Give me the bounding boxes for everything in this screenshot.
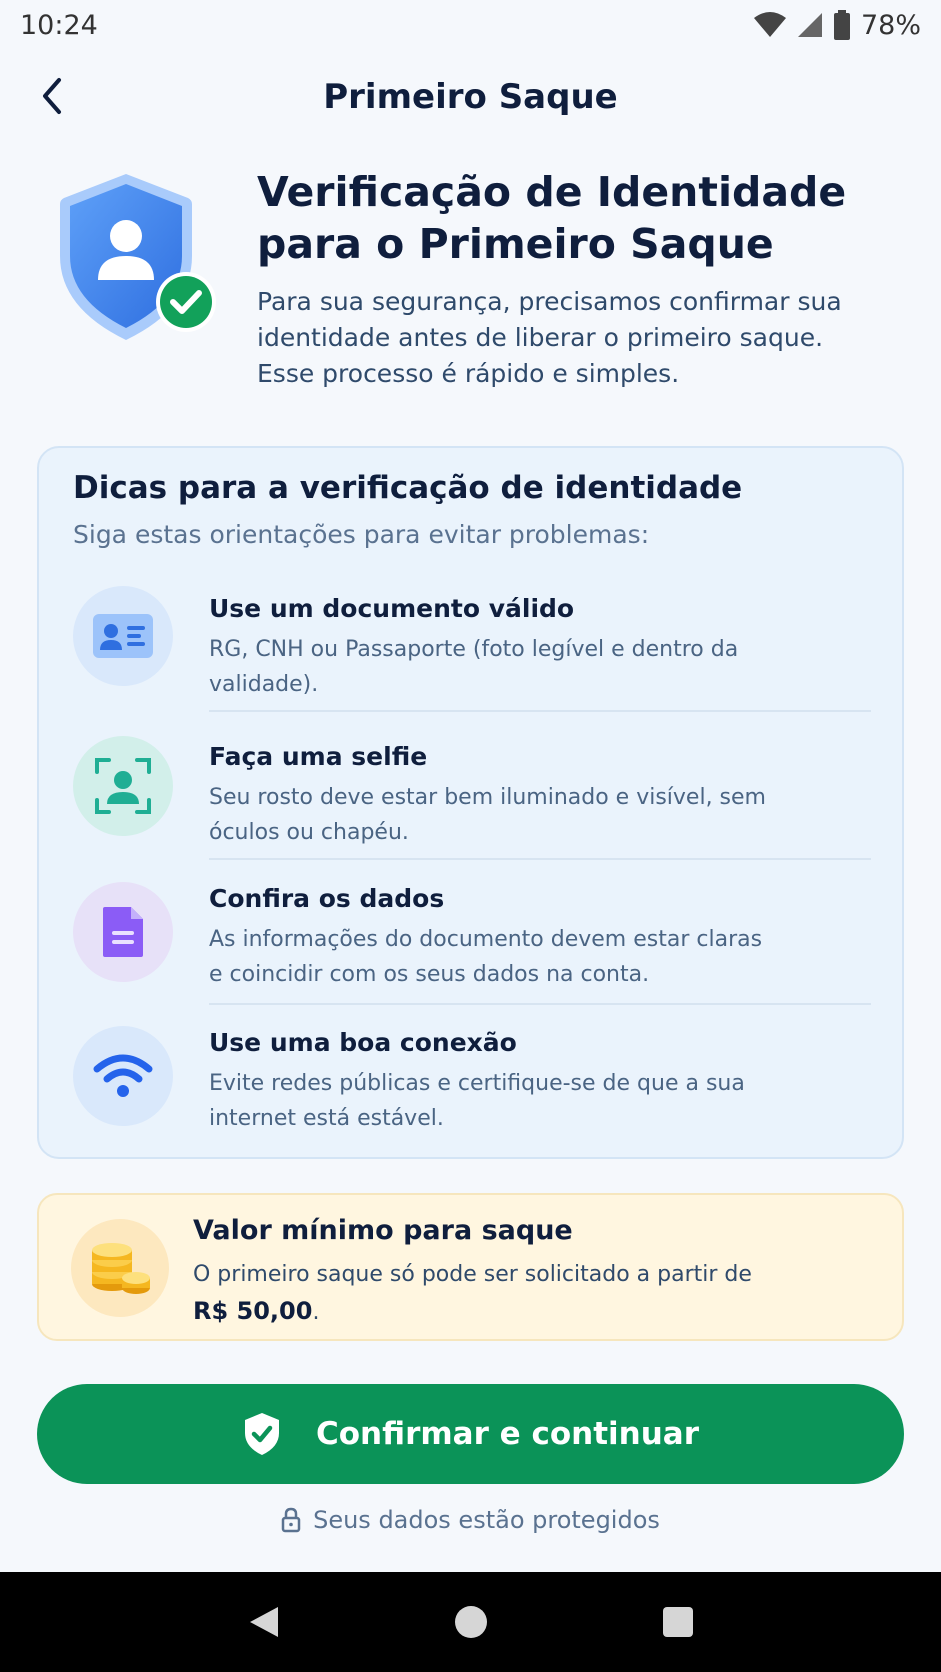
tip-icon-circle — [73, 1026, 173, 1126]
tip-item: Use um documento válido RG, CNH ou Passa… — [39, 586, 906, 726]
tip-item: Faça uma selfie Seu rosto deve estar bem… — [39, 736, 906, 876]
document-icon — [103, 907, 143, 957]
hero-title: Verificação de Identidade para o Primeir… — [257, 168, 847, 268]
battery-icon — [833, 10, 850, 40]
back-button[interactable] — [30, 74, 74, 118]
tip-item: Confira os dados As informações do docum… — [39, 882, 906, 1022]
tip-icon-circle — [73, 882, 173, 982]
lock-icon — [281, 1507, 301, 1533]
hero-section: Verificação de Identidade para o Primeir… — [0, 160, 941, 410]
tip-description: As informações do documento devem estar … — [209, 927, 763, 987]
tips-card: Dicas para a verificação de identidade S… — [37, 446, 904, 1159]
divider — [209, 858, 871, 860]
minimum-value-card: Valor mínimo para saque O primeiro saque… — [37, 1193, 904, 1341]
nav-recents-button[interactable] — [648, 1592, 708, 1652]
hero-description: Para sua segurança, precisamos confirmar… — [257, 287, 842, 388]
tips-subtitle: Siga estas orientações para evitar probl… — [73, 520, 650, 549]
tip-description: Evite redes públicas e certifique-se de … — [209, 1071, 745, 1131]
tip-description: RG, CNH ou Passaporte (foto legível e de… — [209, 637, 739, 697]
minimum-value-title: Valor mínimo para saque — [193, 1215, 573, 1246]
battery-level: 78% — [860, 9, 921, 41]
divider — [209, 710, 871, 712]
id-card-icon — [93, 614, 153, 658]
tip-title: Use um documento válido — [209, 594, 575, 623]
divider — [209, 1003, 871, 1005]
tips-title: Dicas para a verificação de identidade — [73, 470, 743, 506]
coins-icon — [92, 1243, 150, 1294]
data-protected-text: Seus dados estão protegidos — [313, 1506, 660, 1534]
minimum-value-suffix: . — [312, 1300, 320, 1325]
minimum-value-amount: R$ 50,00 — [193, 1297, 313, 1325]
tip-icon-circle — [73, 586, 173, 686]
status-time: 10:24 — [20, 9, 98, 41]
confirm-button-label: Confirmar e continuar — [315, 1416, 700, 1452]
circle-home-icon — [454, 1606, 487, 1638]
status-bar: 10:24 78% — [0, 0, 941, 50]
nav-back-button[interactable] — [234, 1592, 294, 1652]
minimum-value-text: O primeiro saque só pode ser solicitado … — [193, 1262, 752, 1287]
tip-description: Seu rosto deve estar bem iluminado e vis… — [209, 785, 766, 845]
wifi-icon — [93, 1054, 153, 1097]
signal-icon — [797, 13, 822, 37]
coins-icon-circle — [71, 1219, 169, 1317]
tip-item: Use uma boa conexão Evite redes públicas… — [39, 1026, 906, 1166]
tip-title: Faça uma selfie — [209, 742, 428, 771]
triangle-back-icon — [249, 1607, 278, 1637]
data-protected-note: Seus dados estão protegidos — [0, 1500, 941, 1540]
tip-icon-circle — [73, 736, 173, 836]
shield-check-icon — [244, 1413, 279, 1455]
navigation-bar — [0, 1572, 941, 1672]
nav-home-button[interactable] — [441, 1592, 501, 1652]
confirm-continue-button[interactable]: Confirmar e continuar — [37, 1384, 904, 1484]
shield-user-icon — [60, 174, 216, 340]
tip-title: Use uma boa conexão — [209, 1028, 517, 1057]
tip-title: Confira os dados — [209, 884, 445, 913]
selfie-icon — [95, 758, 151, 814]
page-title: Primeiro Saque — [323, 77, 618, 117]
minimum-value-description: O primeiro saque só pode ser solicitado … — [193, 1257, 833, 1331]
square-recents-icon — [662, 1607, 693, 1637]
status-icons: 78% — [753, 10, 921, 41]
chevron-left-icon — [43, 78, 61, 114]
app-header: Primeiro Saque — [0, 62, 941, 132]
wifi-status-icon — [753, 12, 786, 37]
